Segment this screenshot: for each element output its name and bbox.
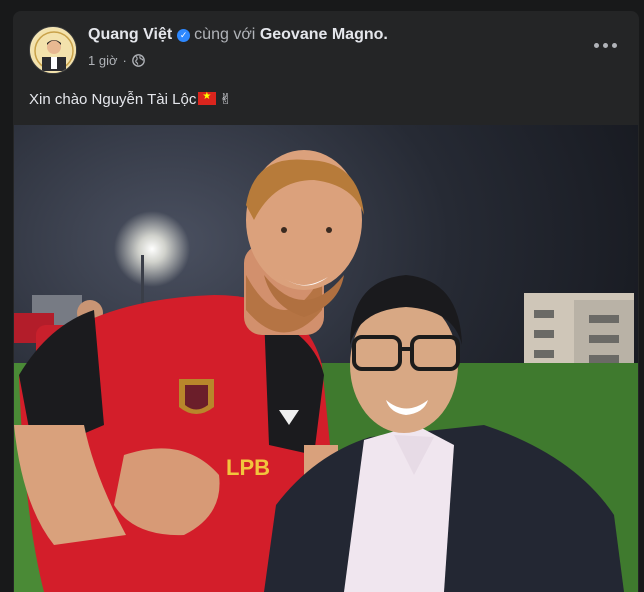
post-card: Quang Việt ✓ cùng với Geovane Magno. 1 giờ… <box>13 11 639 592</box>
post-text: Xin chào Nguyễn Tài Lộc ✌ <box>29 90 232 108</box>
jersey-sponsor: LPB <box>226 455 270 480</box>
author-avatar[interactable] <box>29 26 77 74</box>
post-time[interactable]: 1 giờ <box>88 53 118 68</box>
tagged-person[interactable]: Geovane Magno. <box>260 26 388 43</box>
post-meta: 1 giờ · <box>88 53 145 68</box>
floodlight <box>114 211 190 287</box>
meta-separator: · <box>122 53 127 68</box>
victory-hand-icon: ✌ <box>219 91 232 108</box>
post-header: Quang Việt ✓ cùng với Geovane Magno. 1 giờ… <box>29 25 623 79</box>
avatar-image <box>31 28 76 73</box>
post-message: Xin chào Nguyễn Tài Lộc <box>29 91 197 108</box>
author-line: Quang Việt ✓ cùng với Geovane Magno. <box>88 26 388 44</box>
with-text: cùng với <box>194 26 256 43</box>
vietnam-flag-icon <box>198 91 217 105</box>
post-photo[interactable]: LPB <box>14 125 638 592</box>
globe-icon[interactable] <box>132 54 145 67</box>
club-crest <box>179 379 214 414</box>
verified-badge-icon: ✓ <box>177 29 191 42</box>
author-name[interactable]: Quang Việt <box>88 26 172 43</box>
more-options-icon[interactable] <box>587 33 623 57</box>
photo-scene: LPB <box>14 125 638 592</box>
